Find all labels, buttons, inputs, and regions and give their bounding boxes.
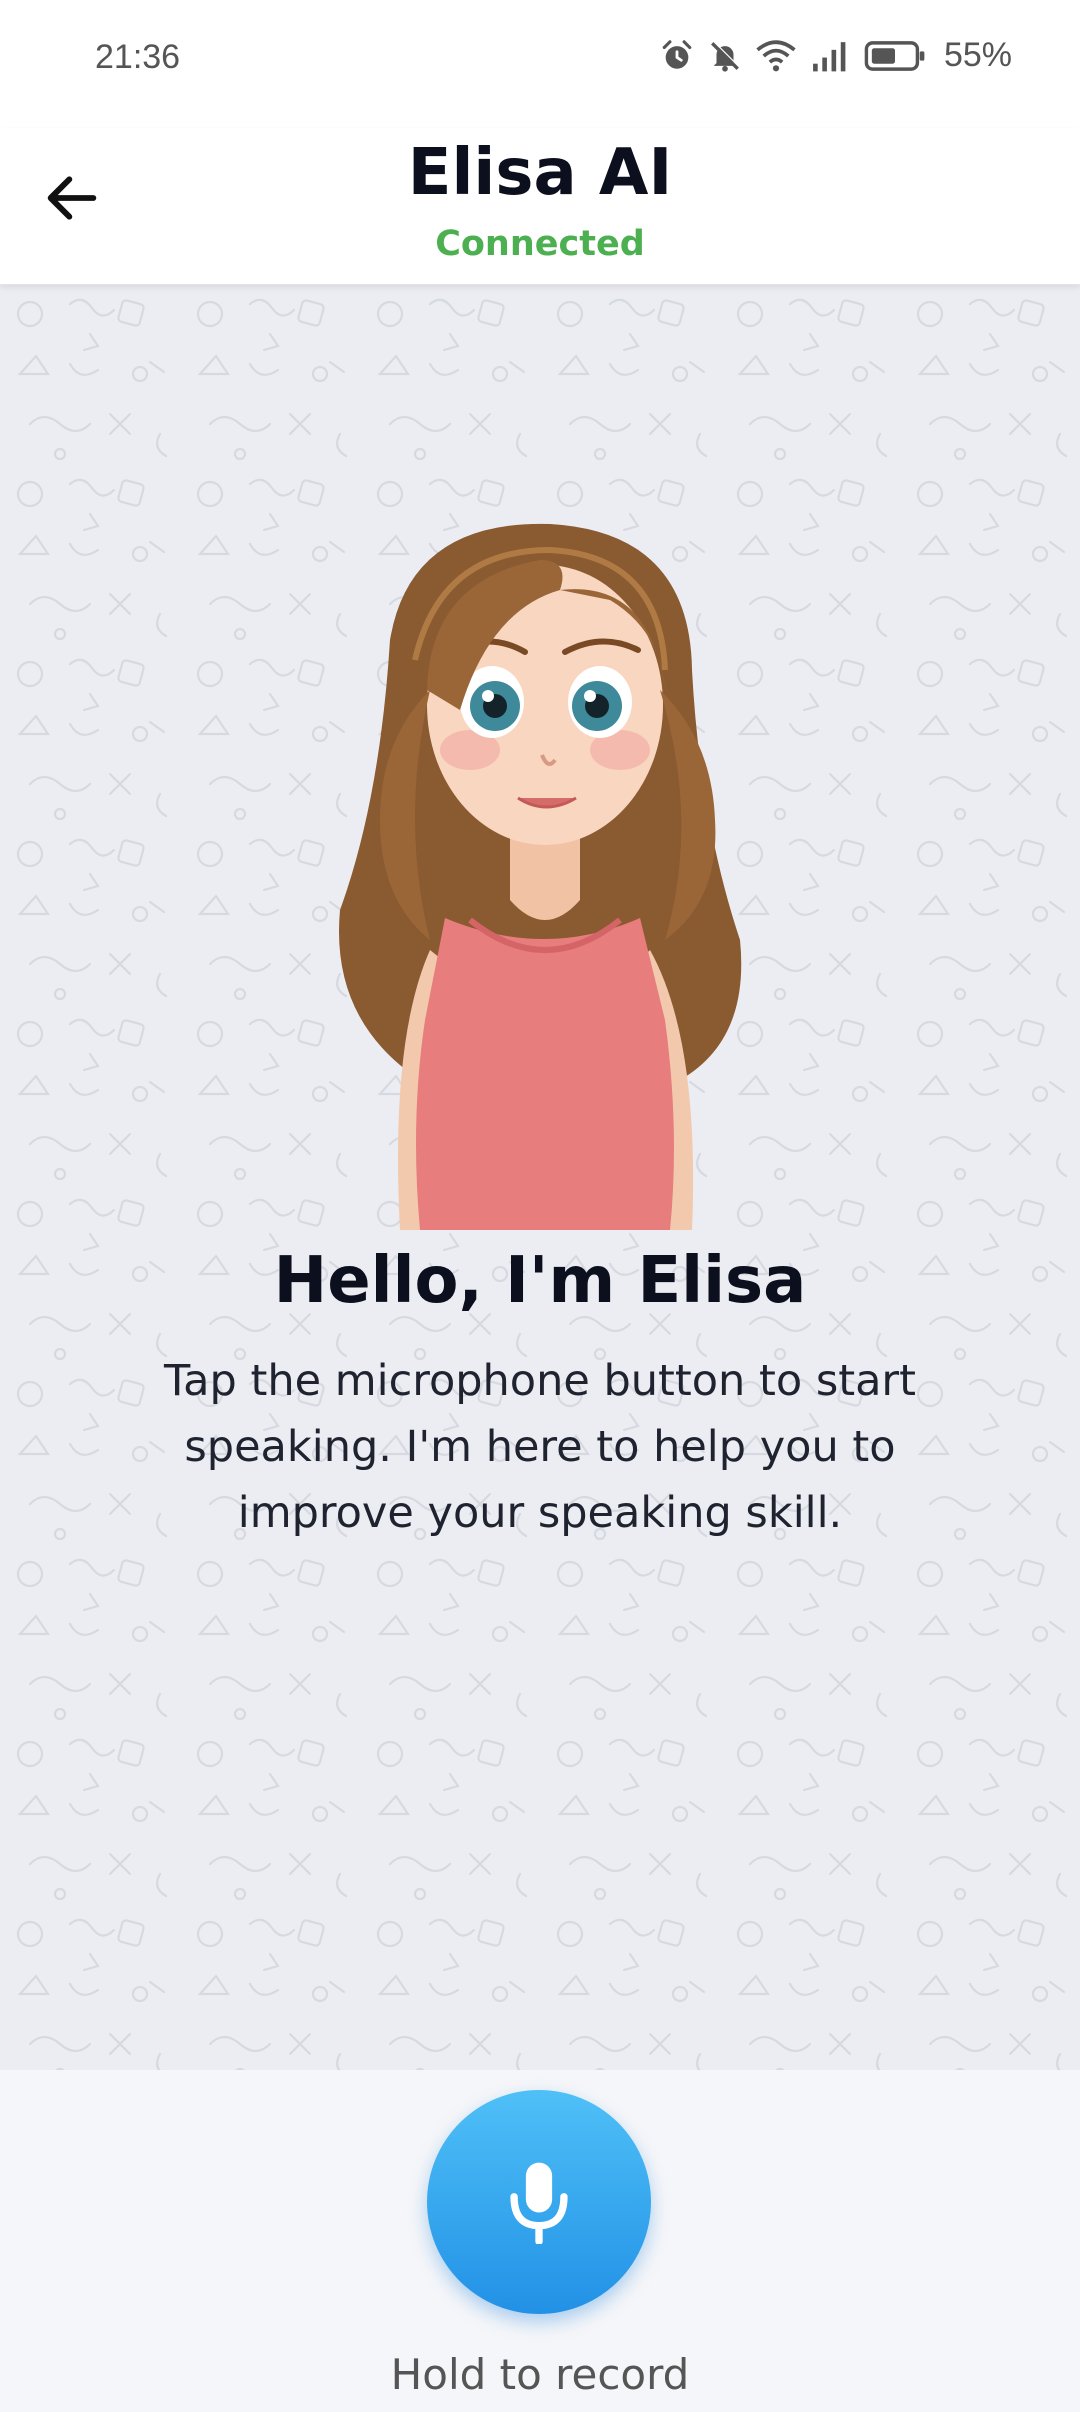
status-bar: 21:36 55% [0, 0, 1080, 128]
microphone-icon [510, 2162, 568, 2244]
page-title: Elisa AI [407, 136, 673, 210]
app-bar: Elisa AI Connected [0, 128, 1080, 285]
connection-status: Connected [435, 224, 645, 264]
elisa-avatar [320, 520, 760, 1230]
record-panel: Hold to record [0, 2070, 1080, 2412]
chat-area: Hello, I'm Elisa Tap the microphone butt… [0, 284, 1080, 2070]
record-button[interactable] [427, 2090, 651, 2314]
alarm-icon [662, 39, 692, 69]
wifi-icon [756, 39, 796, 71]
battery-icon [864, 40, 925, 71]
status-icons: 55% [660, 36, 1012, 75]
status-time: 21:36 [95, 38, 181, 76]
hold-to-record-label: Hold to record [390, 2350, 690, 2399]
greeting-heading: Hello, I'm Elisa [273, 1244, 807, 1318]
battery-percent: 55% [943, 36, 1012, 74]
mute-icon [710, 40, 740, 72]
intro-text: Tap the microphone button to start speak… [164, 1356, 916, 1538]
signal-icon [813, 41, 846, 71]
